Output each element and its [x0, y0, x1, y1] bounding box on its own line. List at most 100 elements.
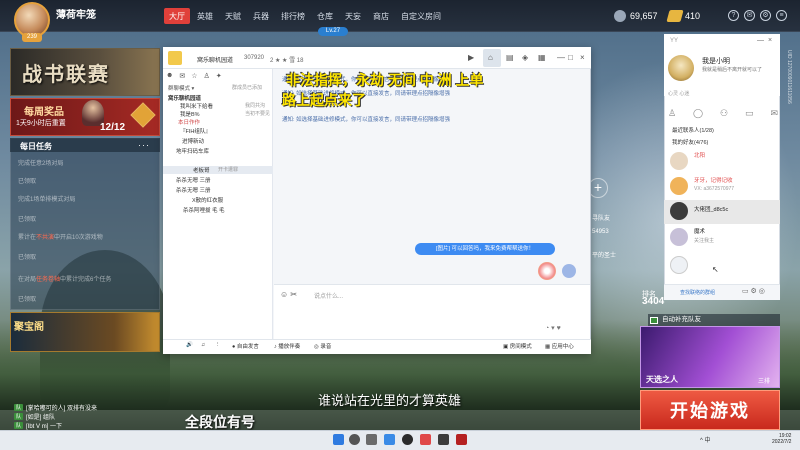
nav-shop[interactable]: 商店	[368, 8, 394, 24]
chat-icon[interactable]: ◯	[693, 108, 703, 119]
gift-icon[interactable]: ✦	[216, 72, 222, 80]
nav-rankings[interactable]: 排行榜	[276, 8, 310, 24]
nav-heroes[interactable]: 英雄	[192, 8, 218, 24]
league-banner-title: 战书联赛	[22, 62, 110, 86]
app-icon[interactable]	[420, 434, 431, 445]
minimize-icon[interactable]: —	[557, 53, 565, 62]
find-group-link[interactable]: 查找联络的群组	[680, 289, 715, 296]
weekly-reward-title: 每周奖品	[24, 107, 64, 118]
task-view-icon[interactable]	[366, 434, 377, 445]
mixer-icon[interactable]: ⫶	[217, 342, 218, 349]
friend-name: 大佬团_d8c5c	[694, 207, 729, 213]
stream-overlay-text: 路上起点来了	[282, 92, 366, 108]
friend-panel-signature[interactable]: 我就是稍后不离开就可以了	[702, 66, 762, 73]
nav-talents[interactable]: 天赋	[220, 8, 246, 24]
video-icon[interactable]: ▶	[468, 53, 474, 62]
daily-task-more-button[interactable]: ···	[138, 140, 150, 150]
nav-weapons[interactable]: 兵器	[248, 8, 274, 24]
game-mode: 三排	[758, 379, 771, 385]
send-options[interactable]: ◔ ▾ ♥	[545, 324, 561, 332]
menu-icon[interactable]: ≡	[776, 10, 787, 21]
game-app-icon[interactable]	[456, 434, 467, 445]
people-icon[interactable]: ☻	[166, 72, 173, 80]
channel-item[interactable]: 『FIH组队』	[180, 127, 280, 135]
user-icon[interactable]: ♙	[204, 72, 210, 80]
game-icon[interactable]: ◈	[522, 53, 528, 62]
channel-item[interactable]: 进博新动	[182, 137, 282, 145]
minimize-icon[interactable]: —	[757, 37, 764, 44]
channel-member[interactable]: 我叫米下给看	[180, 102, 230, 110]
grid-icon[interactable]: ▦	[538, 53, 546, 62]
speaker-icon[interactable]: 🔊	[186, 342, 193, 348]
channel-icon[interactable]: ▭	[745, 108, 754, 119]
friend-avatar	[670, 228, 688, 246]
team-chat-line: 队 [如是] 组队	[14, 413, 56, 421]
message-input[interactable]: 说点什么...	[314, 291, 343, 300]
weekly-reward-reset: 1天9小时后重置	[16, 120, 66, 127]
task-status: 已领取	[18, 297, 37, 303]
play-music-button[interactable]: ♪ 播放伴奏	[274, 342, 300, 350]
treasure-pavilion-title: 聚宝阁	[14, 322, 44, 333]
channel-member[interactable]: 我是B%	[180, 110, 230, 118]
friend-name: 魔术	[694, 229, 706, 235]
settings-icon[interactable]: ⚙	[760, 10, 771, 21]
system-tray[interactable]: ^ 中	[700, 435, 710, 444]
channel-item[interactable]: 杀杀无嗯 三册	[176, 176, 276, 184]
star-icon[interactable]: ☆	[191, 72, 197, 80]
main-nav: 大厅 英雄 天赋 兵器 排行榜 仓库 天妄 商店 自定义房间	[164, 8, 446, 24]
stream-caption: 全段位有号	[185, 414, 255, 430]
friend-group-friends[interactable]: 我的好友(4/76)	[672, 138, 708, 146]
close-icon[interactable]: ×	[768, 37, 772, 44]
app-icon[interactable]	[438, 434, 449, 445]
edge-icon[interactable]	[384, 434, 395, 445]
record-button[interactable]: ◎ 录音	[314, 342, 331, 350]
mic-icon[interactable]: ♫	[201, 342, 205, 348]
search-icon[interactable]	[349, 434, 360, 445]
free-speak-button[interactable]: ● 自由发言	[232, 342, 259, 350]
task-status: 已领取	[18, 217, 37, 223]
friend-panel-avatar[interactable]	[668, 55, 694, 81]
message-icon[interactable]: ✉	[770, 108, 778, 119]
rank-value: 3404	[642, 296, 665, 307]
chat-icon[interactable]: ✉	[179, 72, 185, 80]
friend-avatar	[670, 177, 688, 195]
channel-item[interactable]: 杀杀阿哩拔 毛 毛	[183, 206, 283, 214]
start-game-button[interactable]: 开始游戏	[640, 390, 780, 430]
channel-root[interactable]: 窝乐聊机园道	[168, 94, 268, 102]
app-icon[interactable]	[402, 434, 413, 445]
group-icon[interactable]: ⚇	[720, 108, 728, 119]
hero-name: 天选之人	[646, 375, 678, 384]
emoji-icon[interactable]: ☺ ✂	[280, 290, 297, 299]
clock[interactable]: 19:02 2022/7/2	[772, 433, 791, 445]
room-mode-button[interactable]: ▣ 房间模式	[503, 342, 532, 350]
help-icon[interactable]: ?	[728, 10, 739, 21]
auto-fill-teammate-toggle[interactable]: 自动补充队友	[648, 314, 780, 326]
self-avatar	[562, 264, 576, 278]
mail-icon[interactable]: ✉	[744, 10, 755, 21]
add-teammate-button[interactable]: +	[588, 178, 608, 198]
windows-start-icon[interactable]	[333, 434, 344, 445]
group-id: 307920	[244, 55, 265, 61]
player-name[interactable]: 薄荷牢笼	[56, 6, 96, 21]
nav-custom-room[interactable]: 自定义房间	[396, 8, 446, 24]
side-label-player: 平的圣士	[592, 253, 617, 259]
friend-panel-status: 心灵 心迷	[668, 91, 690, 97]
board-icon[interactable]: ▤	[506, 53, 514, 62]
friend-footer-tools[interactable]: ▭ ⚙ ◎	[742, 287, 765, 295]
app-center-button[interactable]: ▦ 应用中心	[545, 342, 574, 350]
nav-storage[interactable]: 仓库	[312, 8, 338, 24]
weekly-reward-count: 12/12	[100, 122, 126, 133]
channel-item[interactable]: 地牢扫码车库	[176, 147, 276, 155]
channel-item[interactable]: 本日作作	[178, 118, 278, 126]
nav-tianwang[interactable]: 天妄	[340, 8, 366, 24]
maximize-icon[interactable]: □	[568, 53, 573, 62]
friend-group-recent[interactable]: 最近联系人(1/28)	[672, 126, 714, 134]
home-icon[interactable]: ⌂	[488, 53, 493, 62]
contacts-icon[interactable]: ♙	[668, 108, 676, 119]
channel-item[interactable]: 杀杀无嗯 三册	[176, 186, 276, 194]
checkbox-icon[interactable]	[650, 317, 658, 324]
close-icon[interactable]: ×	[580, 53, 585, 62]
channel-tag: 开卡遭罪	[218, 167, 239, 173]
bot-avatar	[538, 262, 556, 280]
nav-lobby[interactable]: 大厅	[164, 8, 190, 24]
